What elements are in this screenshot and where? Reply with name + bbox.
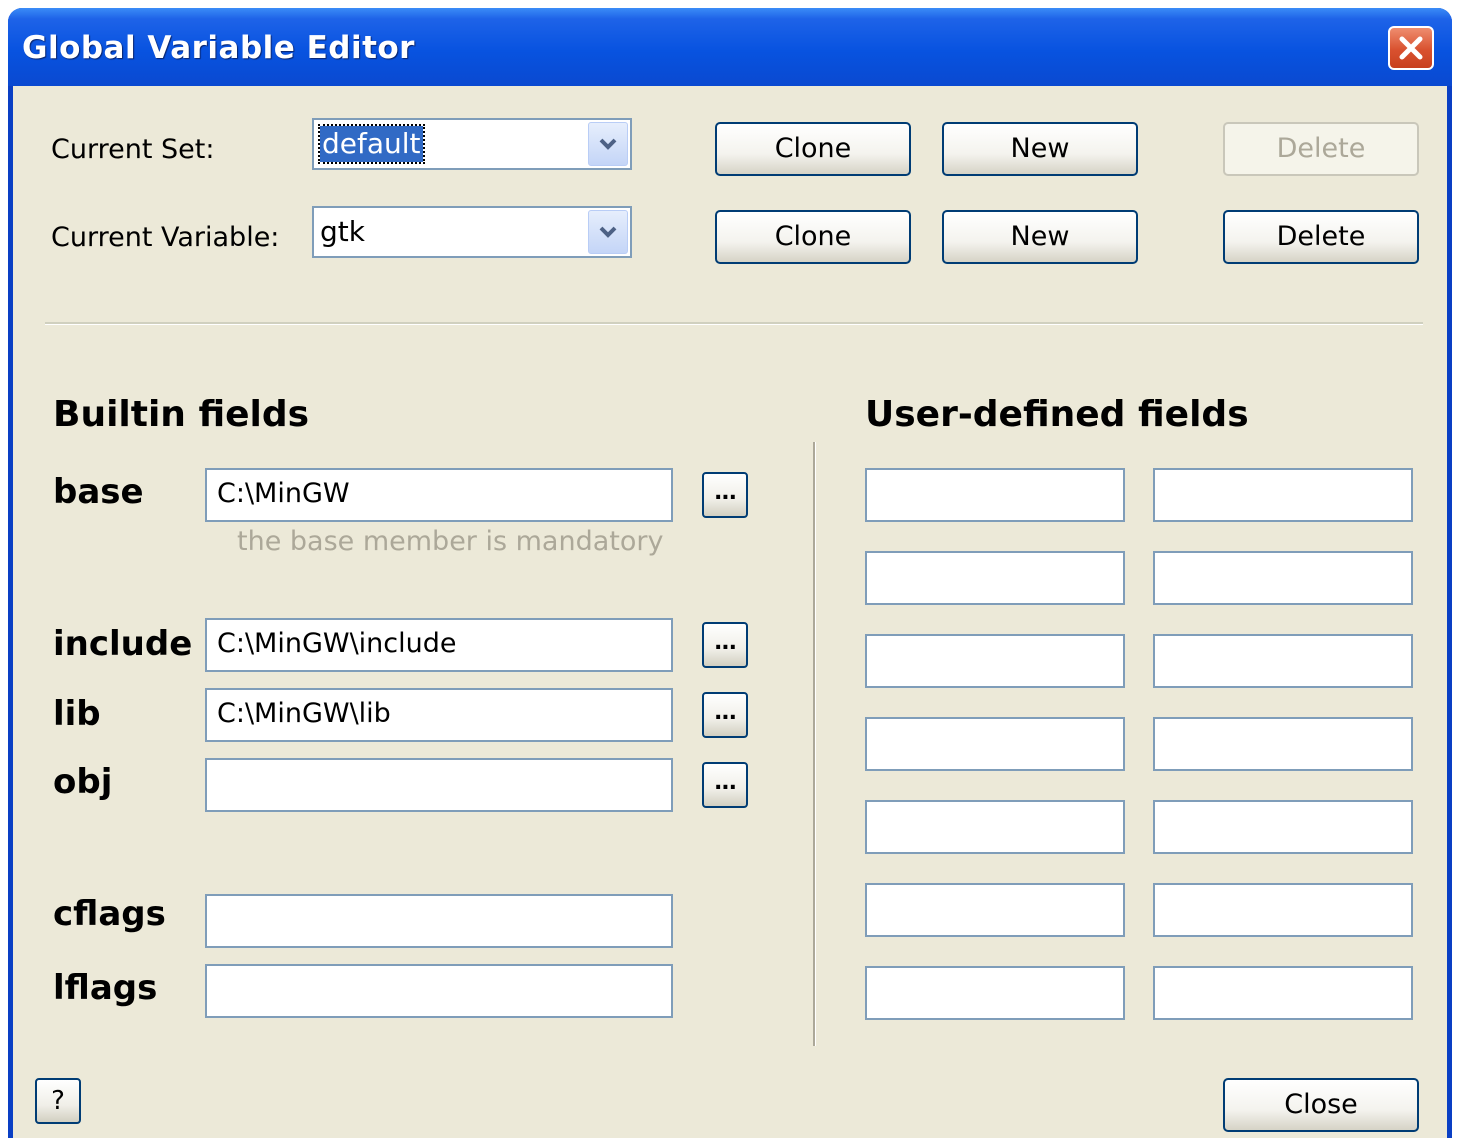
base-label: base bbox=[53, 472, 144, 512]
close-button[interactable]: Close bbox=[1223, 1078, 1419, 1132]
user-field-name[interactable] bbox=[865, 883, 1125, 937]
current-set-combo[interactable]: default bbox=[312, 118, 632, 170]
user-field-name[interactable] bbox=[865, 966, 1125, 1020]
variable-delete-button[interactable]: Delete bbox=[1223, 210, 1419, 264]
obj-field[interactable] bbox=[205, 758, 673, 812]
chevron-down-icon bbox=[599, 226, 617, 238]
current-set-label: Current Set: bbox=[51, 134, 215, 165]
help-button[interactable]: ? bbox=[35, 1078, 81, 1124]
user-field-name[interactable] bbox=[865, 551, 1125, 605]
vertical-separator bbox=[813, 442, 816, 1046]
variable-clone-button[interactable]: Clone bbox=[715, 210, 911, 264]
include-label: include bbox=[53, 624, 193, 664]
user-defined-fields-heading: User-defined fields bbox=[865, 394, 1249, 435]
user-field-name[interactable] bbox=[865, 468, 1125, 522]
current-set-value: default bbox=[318, 124, 425, 164]
include-field[interactable]: C:\MinGW\include bbox=[205, 618, 673, 672]
horizontal-separator bbox=[45, 322, 1423, 325]
close-icon bbox=[1399, 36, 1423, 60]
user-field-value[interactable] bbox=[1153, 551, 1413, 605]
obj-browse-button[interactable]: ... bbox=[702, 762, 748, 808]
lib-browse-button[interactable]: ... bbox=[702, 692, 748, 738]
window-title: Global Variable Editor bbox=[22, 30, 415, 66]
dialog-body: Current Set: default Clone New Delete Cu… bbox=[13, 86, 1447, 1138]
current-variable-value: gtk bbox=[320, 215, 365, 248]
lflags-field[interactable] bbox=[205, 964, 673, 1018]
user-field-value[interactable] bbox=[1153, 468, 1413, 522]
obj-label: obj bbox=[53, 762, 113, 802]
user-field-name[interactable] bbox=[865, 800, 1125, 854]
current-variable-label: Current Variable: bbox=[51, 222, 280, 253]
set-clone-button[interactable]: Clone bbox=[715, 122, 911, 176]
lflags-label: lflags bbox=[53, 968, 158, 1008]
dialog-window: Global Variable Editor Current Set: defa… bbox=[8, 8, 1452, 1138]
set-delete-button[interactable]: Delete bbox=[1223, 122, 1419, 176]
user-field-value[interactable] bbox=[1153, 966, 1413, 1020]
set-new-button[interactable]: New bbox=[942, 122, 1138, 176]
chevron-down-icon bbox=[599, 138, 617, 150]
current-set-dropdown-button[interactable] bbox=[588, 122, 628, 166]
title-bar[interactable]: Global Variable Editor bbox=[8, 8, 1452, 86]
base-field[interactable]: C:\MinGW bbox=[205, 468, 673, 522]
current-variable-combo[interactable]: gtk bbox=[312, 206, 632, 258]
user-field-name[interactable] bbox=[865, 717, 1125, 771]
cflags-field[interactable] bbox=[205, 894, 673, 948]
window-close-button[interactable] bbox=[1388, 26, 1434, 70]
base-browse-button[interactable]: ... bbox=[702, 472, 748, 518]
user-field-name[interactable] bbox=[865, 634, 1125, 688]
user-field-value[interactable] bbox=[1153, 717, 1413, 771]
base-hint: the base member is mandatory bbox=[237, 526, 664, 557]
current-variable-dropdown-button[interactable] bbox=[588, 210, 628, 254]
lib-field[interactable]: C:\MinGW\lib bbox=[205, 688, 673, 742]
user-field-value[interactable] bbox=[1153, 883, 1413, 937]
user-field-value[interactable] bbox=[1153, 800, 1413, 854]
cflags-label: cflags bbox=[53, 894, 166, 934]
builtin-fields-heading: Builtin fields bbox=[53, 394, 310, 435]
user-field-value[interactable] bbox=[1153, 634, 1413, 688]
lib-label: lib bbox=[53, 694, 101, 734]
include-browse-button[interactable]: ... bbox=[702, 622, 748, 668]
variable-new-button[interactable]: New bbox=[942, 210, 1138, 264]
